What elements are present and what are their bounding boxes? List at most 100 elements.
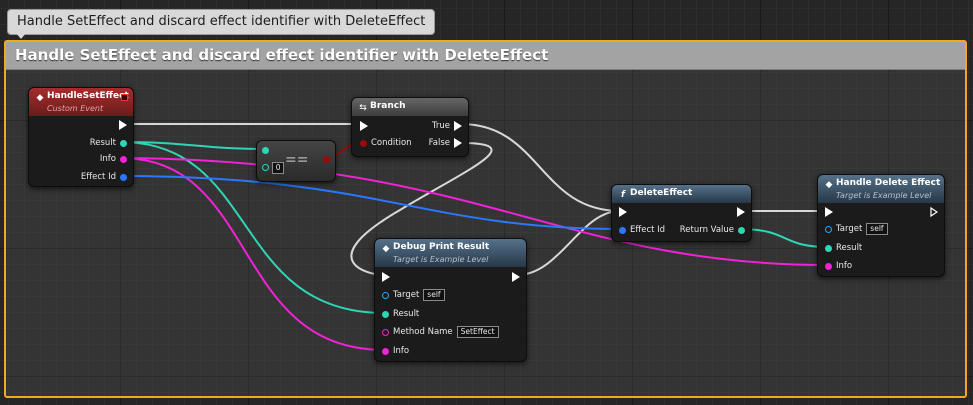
exec-out-pin[interactable] xyxy=(119,118,127,132)
delegate-pin-icon[interactable] xyxy=(121,94,128,101)
exec-in-icon xyxy=(619,206,627,217)
string-pin-icon xyxy=(382,347,389,355)
equals-b-pin[interactable]: 0 xyxy=(262,161,285,175)
node-title: Debug Print Result xyxy=(393,242,490,252)
object-pin-icon xyxy=(825,225,832,233)
struct-pin-icon xyxy=(120,139,127,147)
string-pin-icon xyxy=(120,155,127,163)
effect-id-label: Effect Id xyxy=(630,225,666,235)
node-title: HandleSetEffect xyxy=(47,91,129,101)
function-f-icon: f xyxy=(621,190,625,200)
method-name-field[interactable]: SetEffect xyxy=(456,326,499,338)
exec-in-pin[interactable] xyxy=(360,119,368,133)
int-pin-icon xyxy=(619,226,626,234)
struct-pin-icon xyxy=(382,310,389,318)
return-value-pin[interactable]: Return Value xyxy=(676,223,745,237)
struct-pin-icon xyxy=(825,244,832,252)
int-pin-icon xyxy=(120,173,127,181)
return-value-label: Return Value xyxy=(679,225,734,235)
exec-out-pin[interactable] xyxy=(930,205,939,219)
exec-out-icon xyxy=(454,121,462,131)
target-pin[interactable]: Target self xyxy=(382,288,445,302)
exec-in-pin[interactable] xyxy=(825,205,833,219)
tooltip-text: Handle SetEffect and discard effect iden… xyxy=(17,14,426,29)
bool-pin-icon xyxy=(360,139,367,147)
result-label: Result xyxy=(836,243,863,253)
effect-id-pin[interactable]: Effect Id xyxy=(77,170,127,184)
node-handle-set-effect[interactable]: ◆ HandleSetEffect Custom Event Result In… xyxy=(28,87,134,187)
struct-pin-icon xyxy=(262,147,269,154)
node-title: Handle Delete Effect xyxy=(836,178,941,188)
node-tooltip: Handle SetEffect and discard effect iden… xyxy=(7,9,436,35)
exec-in-icon xyxy=(360,120,368,131)
tooltip-tail xyxy=(16,33,26,39)
node-title: Branch xyxy=(370,101,406,111)
info-label: Info xyxy=(393,346,410,356)
node-header: ◆ Handle Delete Effect Target is Example… xyxy=(818,175,944,203)
function-diamond-icon: ◆ xyxy=(825,180,833,190)
node-delete-effect[interactable]: f DeleteEffect Effect Id Return Value xyxy=(611,184,752,242)
node-header: ⇆ Branch xyxy=(352,98,468,116)
node-header: f DeleteEffect xyxy=(612,185,751,203)
node-title: DeleteEffect xyxy=(630,188,693,198)
info-pin[interactable]: Info xyxy=(96,152,127,166)
exec-in-pin[interactable] xyxy=(382,270,390,284)
function-diamond-icon: ◆ xyxy=(382,244,390,254)
info-pin[interactable]: Info xyxy=(825,259,856,273)
info-pin[interactable]: Info xyxy=(382,344,413,358)
node-header: ◆ HandleSetEffect Custom Event xyxy=(29,88,133,116)
exec-in-pin[interactable] xyxy=(619,205,627,219)
comment-title[interactable]: Handle SetEffect and discard effect iden… xyxy=(6,42,965,70)
target-value-field[interactable]: self xyxy=(866,223,888,235)
exec-in-icon xyxy=(382,271,390,282)
false-label: False xyxy=(428,138,450,148)
struct-pin-icon xyxy=(262,164,269,171)
target-label: Target xyxy=(393,290,420,300)
exec-out-pin[interactable] xyxy=(737,205,745,219)
exec-out-icon xyxy=(119,119,127,130)
true-pin[interactable]: True xyxy=(428,119,462,133)
effect-id-pin[interactable]: Effect Id xyxy=(619,223,669,237)
target-label: Target xyxy=(836,224,863,234)
node-branch[interactable]: ⇆ Branch True Condition False xyxy=(351,97,469,157)
exec-in-icon xyxy=(825,206,833,217)
target-value-field[interactable]: self xyxy=(423,289,445,301)
condition-label: Condition xyxy=(371,138,412,148)
result-label: Result xyxy=(393,309,420,319)
exec-out-icon xyxy=(930,206,939,217)
equals-symbol: == xyxy=(285,152,309,168)
method-name-label: Method Name xyxy=(393,327,453,337)
result-pin[interactable]: Result xyxy=(86,136,127,150)
effect-id-label: Effect Id xyxy=(80,172,116,182)
true-label: True xyxy=(431,121,450,131)
struct-pin-icon xyxy=(738,226,745,234)
node-subtitle: Custom Event xyxy=(47,104,104,113)
branch-icon: ⇆ xyxy=(359,103,367,113)
false-pin[interactable]: False xyxy=(425,136,462,150)
exec-out-icon xyxy=(454,138,462,148)
node-debug-print-result[interactable]: ◆ Debug Print Result Target is Example L… xyxy=(374,238,527,362)
equals-out-pin[interactable] xyxy=(323,153,330,167)
string-pin-icon xyxy=(382,328,389,336)
equals-a-pin[interactable] xyxy=(262,144,269,158)
node-subtitle: Target is Example Level xyxy=(393,255,489,264)
string-pin-icon xyxy=(825,262,832,270)
event-diamond-icon: ◆ xyxy=(36,93,44,103)
node-subtitle: Target is Example Level xyxy=(836,191,932,200)
target-pin[interactable]: Target self xyxy=(825,222,888,236)
result-pin[interactable]: Result xyxy=(382,307,423,321)
node-header: ◆ Debug Print Result Target is Example L… xyxy=(375,239,526,267)
info-label: Info xyxy=(836,261,853,271)
equals-value-field[interactable]: 0 xyxy=(271,161,285,174)
method-name-pin[interactable]: Method Name SetEffect xyxy=(382,325,499,339)
object-pin-icon xyxy=(382,291,389,299)
result-label: Result xyxy=(89,138,116,148)
node-equals[interactable]: 0 == xyxy=(256,140,336,182)
condition-pin[interactable]: Condition xyxy=(360,136,416,150)
exec-out-icon xyxy=(737,206,745,217)
exec-out-pin[interactable] xyxy=(512,270,520,284)
node-handle-delete-effect[interactable]: ◆ Handle Delete Effect Target is Example… xyxy=(817,174,945,277)
exec-out-icon xyxy=(512,271,520,282)
info-label: Info xyxy=(99,154,116,164)
result-pin[interactable]: Result xyxy=(825,241,866,255)
